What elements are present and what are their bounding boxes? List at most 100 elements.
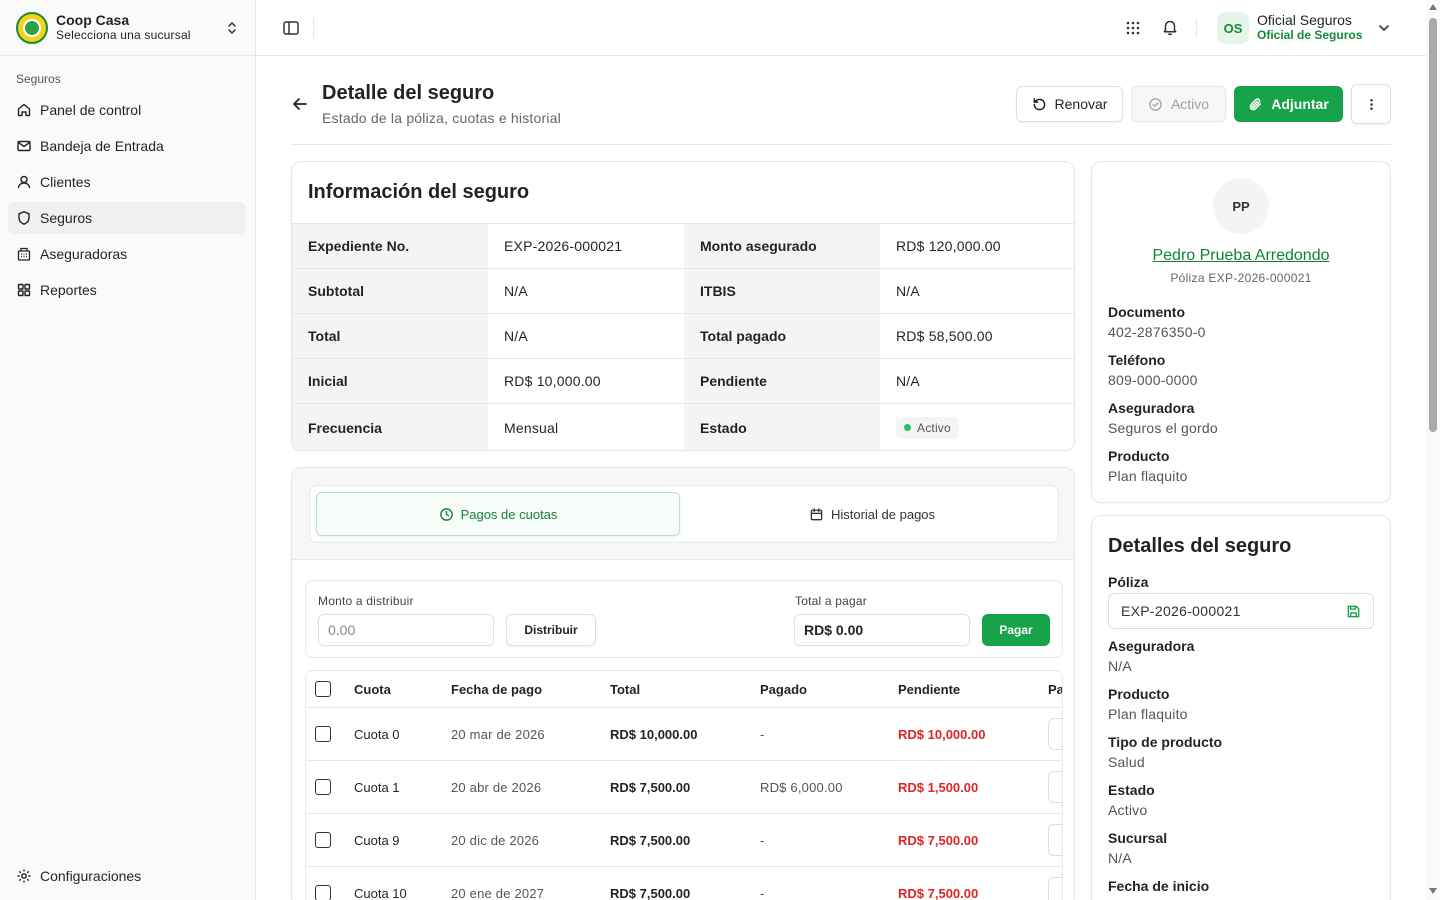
client-name-link[interactable]: Pedro Prueba Arredondo [1092, 247, 1390, 265]
mail-icon [17, 140, 31, 152]
client-field-label: Producto [1108, 448, 1170, 464]
info-value: Mensual [488, 404, 684, 450]
info-value: N/A [880, 269, 1074, 313]
row-checkbox[interactable] [315, 832, 331, 848]
back-arrow-icon[interactable] [291, 95, 309, 113]
cell-pagado: - [760, 832, 765, 848]
sidebar-item-inbox[interactable]: Bandeja de Entrada [8, 130, 246, 162]
apps-grid-icon[interactable] [1124, 19, 1142, 37]
scroll-thumb[interactable] [1429, 18, 1437, 432]
more-vertical-icon [1369, 98, 1373, 110]
info-value: RD$ 120,000.00 [880, 224, 1074, 268]
cell-pendiente: RD$ 7,500.00 [898, 832, 979, 848]
sidebar-item-reportes[interactable]: Reportes [8, 274, 246, 306]
cell-pendiente: RD$ 1,500.00 [898, 779, 979, 795]
page-subtitle: Estado de la póliza, cuotas e historial [322, 110, 561, 126]
info-label: Subtotal [292, 269, 488, 313]
col-header-extra[interactable]: Pa [1048, 671, 1062, 707]
status-badge: Activo [896, 416, 959, 439]
sidebar-item-label: Seguros [40, 210, 93, 226]
chevrons-up-down-icon [228, 21, 236, 34]
client-field-label: Documento [1108, 304, 1185, 320]
org-switcher[interactable]: Coop Casa Selecciona una sucursal [0, 0, 256, 56]
avatar[interactable]: OS [1217, 12, 1249, 44]
insurance-info-card: Información del seguro Expediente No. EX… [291, 161, 1075, 451]
pay-button[interactable]: Pagar [982, 614, 1050, 646]
user-role: Oficial de Seguros [1257, 28, 1363, 42]
col-header-pagado[interactable]: Pagado [760, 671, 807, 707]
cell-total: RD$ 7,500.00 [610, 832, 691, 848]
shield-icon [18, 211, 30, 225]
org-subtitle: Selecciona una sucursal [56, 28, 191, 42]
details-field-label: Fecha de inicio [1108, 878, 1210, 894]
distribute-button[interactable]: Distribuir [506, 614, 596, 646]
info-label: Frecuencia [292, 404, 488, 450]
info-row: Inicial RD$ 10,000.00 Pendiente N/A [292, 359, 1074, 404]
row-checkbox[interactable] [315, 726, 331, 742]
page-scrollbar[interactable] [1426, 0, 1440, 900]
info-value: RD$ 58,500.00 [880, 314, 1074, 358]
nav-group-label: Seguros [16, 72, 61, 86]
sidebar-toggle-icon[interactable] [282, 19, 300, 37]
info-label: Total [292, 314, 488, 358]
row-checkbox[interactable] [315, 779, 331, 795]
row-action-input[interactable] [1048, 877, 1062, 900]
table-row: Cuota 1 20 abr de 2026 RD$ 7,500.00 RD$ … [306, 761, 1062, 814]
tab-history[interactable]: Historial de pagos [690, 492, 1054, 536]
sidebar-item-clients[interactable]: Clientes [8, 166, 246, 198]
details-field-value: Salud [1108, 754, 1145, 770]
attach-button[interactable]: Adjuntar [1234, 86, 1343, 122]
info-value: EXP-2026-000021 [488, 224, 684, 268]
row-action-input[interactable] [1048, 718, 1062, 750]
policy-input[interactable]: EXP-2026-000021 [1108, 593, 1374, 629]
topbar-divider [313, 18, 314, 38]
row-checkbox[interactable] [315, 885, 331, 900]
cell-pendiente: RD$ 10,000.00 [898, 726, 986, 742]
topbar: OS Oficial Seguros Oficial de Seguros [256, 0, 1426, 56]
cell-cuota: Cuota 10 [354, 885, 407, 900]
save-icon[interactable] [1346, 604, 1361, 619]
sidebar-item-label: Clientes [40, 174, 91, 190]
client-field-label: Aseguradora [1108, 400, 1195, 416]
more-options-button[interactable] [1351, 84, 1391, 124]
sidebar-item-label: Configuraciones [40, 868, 142, 884]
client-field-value: Seguros el gordo [1108, 420, 1218, 436]
info-row: Total N/A Total pagado RD$ 58,500.00 [292, 314, 1074, 359]
col-header-fecha[interactable]: Fecha de pago [451, 671, 542, 707]
details-field-value: N/A [1108, 850, 1132, 866]
row-action-input[interactable] [1048, 771, 1062, 803]
info-value-status: Activo [880, 404, 1074, 450]
cell-cuota: Cuota 1 [354, 779, 400, 795]
sidebar-item-settings[interactable]: Configuraciones [8, 860, 246, 892]
row-action-input[interactable] [1048, 824, 1062, 856]
cell-fecha: 20 mar de 2026 [451, 726, 545, 742]
tab-payments[interactable]: Pagos de cuotas [316, 492, 680, 536]
status-active-button: Activo [1131, 86, 1226, 122]
col-header-pendiente[interactable]: Pendiente [898, 671, 960, 707]
cell-pagado: RD$ 6,000.00 [760, 779, 843, 795]
installments-table: Cuota Fecha de pago Total Pagado Pendien… [305, 670, 1063, 900]
col-header-cuota[interactable]: Cuota [354, 671, 391, 707]
select-all-checkbox[interactable] [315, 681, 331, 697]
sidebar-item-seguros[interactable]: Seguros [8, 202, 246, 234]
scroll-up-arrow-icon[interactable] [1429, 4, 1437, 10]
payments-card: Pagos de cuotas Historial de pagos Monto… [291, 467, 1075, 900]
user-name: Oficial Seguros [1257, 12, 1352, 28]
info-label: Estado [684, 404, 880, 450]
user-icon [17, 175, 31, 189]
table-row: Cuota 0 20 mar de 2026 RD$ 10,000.00 - R… [306, 708, 1062, 761]
chevron-down-icon[interactable] [1376, 20, 1392, 36]
info-label: Inicial [292, 359, 488, 403]
sidebar-item-panel[interactable]: Panel de control [8, 94, 246, 126]
tab-list: Pagos de cuotas Historial de pagos [309, 485, 1059, 543]
building-icon [17, 247, 31, 261]
scroll-down-arrow-icon[interactable] [1429, 888, 1437, 894]
bell-icon[interactable] [1161, 18, 1179, 36]
col-header-total[interactable]: Total [610, 671, 640, 707]
amount-input[interactable]: 0.00 [318, 614, 494, 646]
sidebar-item-aseguradoras[interactable]: Aseguradoras [8, 238, 246, 270]
clock-icon [439, 507, 453, 521]
client-field-value: Plan flaquito [1108, 468, 1188, 484]
distribute-panel: Monto a distribuir 0.00 Distribuir Total… [305, 580, 1063, 658]
renew-button[interactable]: Renovar [1016, 86, 1123, 122]
